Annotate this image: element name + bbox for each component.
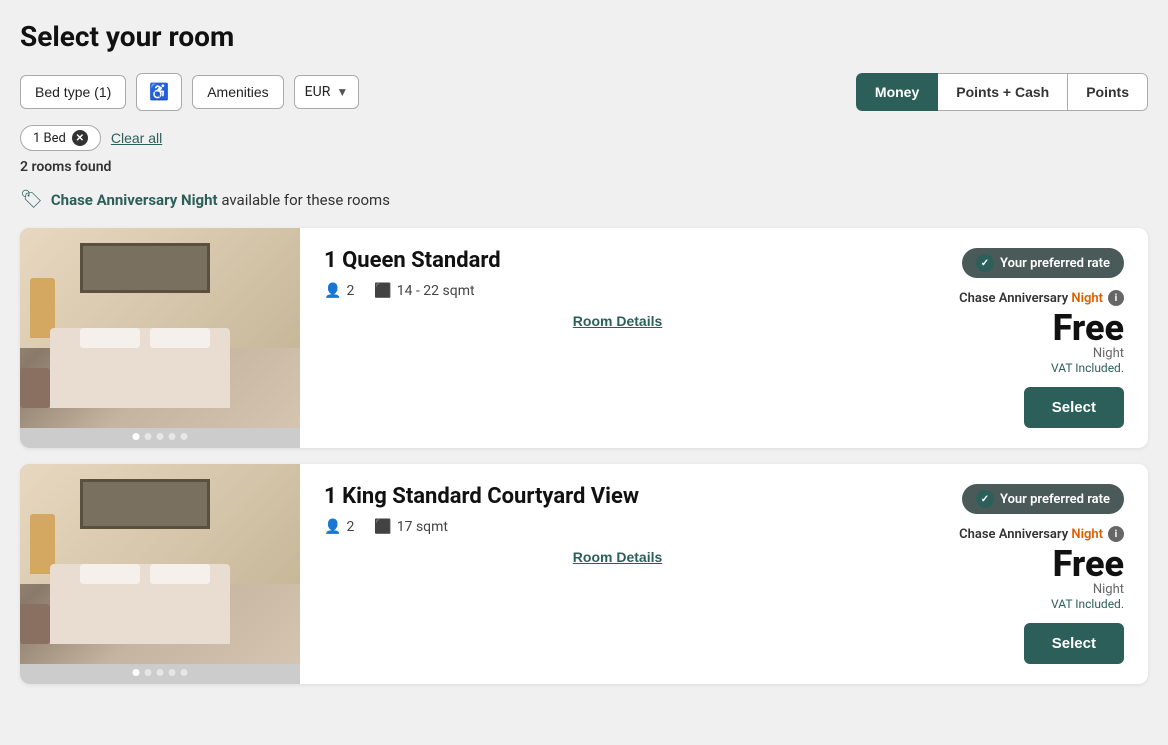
room-price-1: Free — [1053, 310, 1124, 346]
dot-2-1[interactable] — [133, 669, 140, 676]
room-side-table — [20, 368, 50, 408]
chase-night-label-1: Chase Anniversary Night i — [959, 290, 1124, 306]
room-side-table-2 — [20, 604, 50, 644]
room-vat-1: VAT Included. — [1051, 361, 1124, 375]
accessibility-icon: ♿ — [149, 84, 169, 101]
room-pillow-left — [80, 328, 140, 348]
bed-type-filter-btn[interactable]: Bed type (1) — [20, 75, 126, 109]
room-guests-1: 👤 2 — [324, 283, 354, 299]
room-details-link-1[interactable]: Room Details — [324, 313, 911, 329]
filter-row: Bed type (1) ♿ Amenities EUR ▼ Money Poi… — [20, 73, 1148, 111]
room-name-2: 1 King Standard Courtyard View — [324, 484, 911, 509]
room-image-container-1 — [20, 228, 300, 448]
room-details-link-2[interactable]: Room Details — [324, 549, 911, 565]
chase-banner: 🏷 Chase Anniversary Night available for … — [20, 189, 1148, 210]
room-pillow-left-2 — [80, 564, 140, 584]
dot-2[interactable] — [145, 433, 152, 440]
size-icon-2: ⬛ — [374, 519, 391, 535]
chase-info-icon-2[interactable]: i — [1108, 526, 1124, 542]
rooms-count: 2 rooms found — [20, 159, 1148, 175]
chase-info-icon-1[interactable]: i — [1108, 290, 1124, 306]
size-value-2: 17 sqmt — [397, 519, 448, 535]
room-vat-2: VAT Included. — [1051, 597, 1124, 611]
room-meta-2: 👤 2 ⬛ 17 sqmt — [324, 519, 911, 535]
guests-count-2: 2 — [346, 519, 354, 535]
preferred-rate-badge-1: ✓ Your preferred rate — [962, 248, 1124, 278]
room-image-container-2 — [20, 464, 300, 684]
room-image-dots-1 — [133, 433, 188, 440]
room-meta-1: 👤 2 ⬛ 14 - 22 sqmt — [324, 283, 911, 299]
room-artwork — [80, 243, 210, 293]
chase-banner-suffix: available for these rooms — [221, 191, 390, 209]
active-filters: 1 Bed ✕ Clear all — [20, 125, 1148, 151]
dot-2-5[interactable] — [181, 669, 188, 676]
accessibility-filter-btn[interactable]: ♿ — [136, 73, 182, 111]
room-info-1: 1 Queen Standard 👤 2 ⬛ 14 - 22 sqmt Room… — [300, 228, 935, 448]
room-size-1: ⬛ 14 - 22 sqmt — [374, 283, 474, 299]
chase-night-brand-1: Chase Anniversary Night — [959, 291, 1103, 306]
guests-icon-1: 👤 — [324, 283, 341, 299]
bed-filter-remove-icon[interactable]: ✕ — [72, 130, 88, 146]
room-pillow-right — [150, 328, 210, 348]
room-pillow-right-2 — [150, 564, 210, 584]
room-per-night-1: Night — [1093, 346, 1124, 361]
dot-2-3[interactable] — [157, 669, 164, 676]
room-price-2: Free — [1053, 546, 1124, 582]
currency-selector[interactable]: EUR ▼ — [294, 75, 360, 109]
room-guests-2: 👤 2 — [324, 519, 354, 535]
bed-filter-tag[interactable]: 1 Bed ✕ — [20, 125, 101, 151]
room-info-2: 1 King Standard Courtyard View 👤 2 ⬛ 17 … — [300, 464, 935, 684]
room-image-dots-2 — [133, 669, 188, 676]
clear-all-btn[interactable]: Clear all — [111, 130, 162, 146]
currency-arrow-icon: ▼ — [336, 85, 348, 99]
room-image-1 — [20, 228, 300, 428]
dot-5[interactable] — [181, 433, 188, 440]
dot-1[interactable] — [133, 433, 140, 440]
preferred-rate-check-icon-1: ✓ — [976, 254, 994, 272]
payment-toggle: Money Points + Cash Points — [856, 73, 1148, 111]
room-card-1: 1 Queen Standard 👤 2 ⬛ 14 - 22 sqmt Room… — [20, 228, 1148, 448]
room-per-night-2: Night — [1093, 582, 1124, 597]
amenities-filter-btn[interactable]: Amenities — [192, 75, 283, 109]
dot-2-4[interactable] — [169, 669, 176, 676]
chase-night-brand-2: Chase Anniversary Night — [959, 527, 1103, 542]
select-button-2[interactable]: Select — [1024, 623, 1124, 664]
room-pricing-2: ✓ Your preferred rate Chase Anniversary … — [935, 464, 1148, 684]
room-card-2: 1 King Standard Courtyard View 👤 2 ⬛ 17 … — [20, 464, 1148, 684]
dot-3[interactable] — [157, 433, 164, 440]
page-title: Select your room — [20, 20, 1148, 53]
preferred-rate-badge-2: ✓ Your preferred rate — [962, 484, 1124, 514]
filter-left: Bed type (1) ♿ Amenities EUR ▼ — [20, 73, 846, 111]
payment-points-btn[interactable]: Points — [1067, 73, 1148, 111]
payment-money-btn[interactable]: Money — [856, 73, 938, 111]
bed-filter-tag-label: 1 Bed — [33, 131, 66, 146]
room-artwork-2 — [80, 479, 210, 529]
preferred-rate-label-2: Your preferred rate — [1000, 492, 1110, 507]
room-image-2 — [20, 464, 300, 664]
size-value-1: 14 - 22 sqmt — [397, 283, 475, 299]
size-icon-1: ⬛ — [374, 283, 391, 299]
currency-label: EUR — [305, 84, 331, 100]
room-pricing-1: ✓ Your preferred rate Chase Anniversary … — [935, 228, 1148, 448]
preferred-rate-check-icon-2: ✓ — [976, 490, 994, 508]
room-name-1: 1 Queen Standard — [324, 248, 911, 273]
chase-brand-label: Chase Anniversary Night — [51, 191, 218, 209]
page-container: Select your room Bed type (1) ♿ Amenitie… — [20, 20, 1148, 684]
tag-icon: 🏷 — [20, 189, 43, 210]
dot-4[interactable] — [169, 433, 176, 440]
guests-icon-2: 👤 — [324, 519, 341, 535]
preferred-rate-label-1: Your preferred rate — [1000, 256, 1110, 271]
payment-points-cash-btn[interactable]: Points + Cash — [937, 73, 1068, 111]
select-button-1[interactable]: Select — [1024, 387, 1124, 428]
room-size-2: ⬛ 17 sqmt — [374, 519, 448, 535]
dot-2-2[interactable] — [145, 669, 152, 676]
chase-night-label-2: Chase Anniversary Night i — [959, 526, 1124, 542]
guests-count-1: 2 — [346, 283, 354, 299]
